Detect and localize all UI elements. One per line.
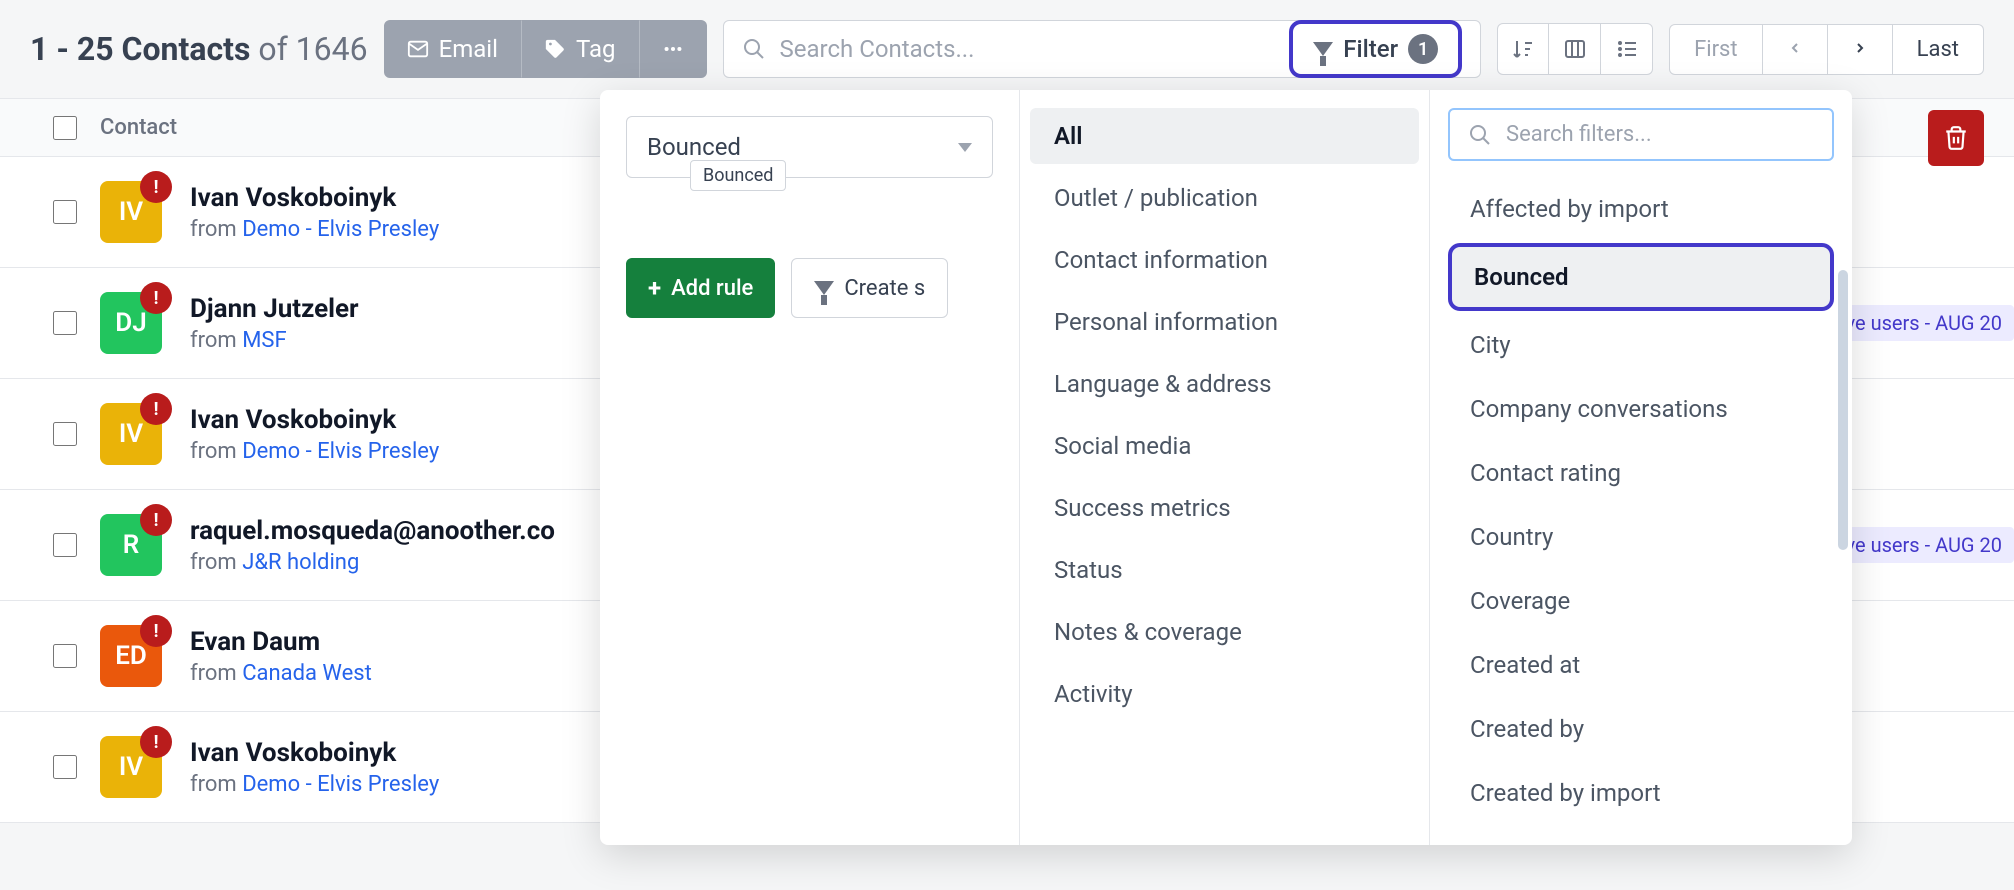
next-page-button[interactable] — [1828, 24, 1893, 75]
row-tag[interactable]: ve users - AUG 20 — [1833, 527, 2014, 563]
filter-option-item[interactable]: Bounced — [1448, 243, 1834, 311]
chevron-left-icon — [1787, 40, 1803, 56]
filter-category-item[interactable]: Contact information — [1030, 232, 1419, 288]
funnel-icon — [1313, 42, 1333, 56]
sort-view-button[interactable] — [1497, 23, 1549, 75]
alert-badge-icon — [140, 615, 172, 647]
sort-icon — [1511, 37, 1535, 61]
filter-category-item[interactable]: Personal information — [1030, 294, 1419, 350]
chevron-right-icon — [1852, 40, 1868, 56]
filter-category-item[interactable]: Status — [1030, 542, 1419, 598]
avatar-wrap: ED — [100, 625, 162, 687]
filter-search-wrap[interactable] — [1448, 108, 1834, 161]
filter-option-item[interactable]: Contact rating — [1448, 443, 1834, 503]
avatar-wrap: DJ — [100, 292, 162, 354]
contact-source-link[interactable]: Demo - Elvis Presley — [242, 217, 439, 242]
filter-category-item[interactable]: Language & address — [1030, 356, 1419, 412]
alert-badge-icon — [140, 504, 172, 536]
tag-icon — [544, 38, 566, 60]
row-checkbox[interactable] — [53, 422, 77, 446]
row-checkbox[interactable] — [53, 200, 77, 224]
columns-icon — [1563, 37, 1587, 61]
filter-option-item[interactable]: Created at — [1448, 635, 1834, 695]
row-tag[interactable]: ve users - AUG 20 — [1833, 305, 2014, 341]
trash-icon — [1943, 125, 1969, 151]
filter-option-item[interactable]: Coverage — [1448, 571, 1834, 631]
filter-category-item[interactable]: Activity — [1030, 666, 1419, 722]
create-search-button[interactable]: Create s — [791, 258, 948, 318]
filter-options-column: Affected by importBouncedCityCompany con… — [1430, 90, 1852, 845]
column-view-button[interactable] — [1549, 23, 1601, 75]
pagination-group: First Last — [1669, 24, 1984, 75]
filter-button[interactable]: Filter 1 — [1289, 20, 1462, 78]
avatar-wrap: IV — [100, 181, 162, 243]
filter-category-item[interactable]: All — [1030, 108, 1419, 164]
filter-category-item[interactable]: Outlet / publication — [1030, 170, 1419, 226]
filter-rules-column: Bounced Bounced + Add rule Create s — [600, 90, 1020, 845]
delete-button[interactable] — [1928, 110, 1984, 166]
filter-tooltip: Bounced — [690, 160, 786, 191]
filter-rule-select[interactable]: Bounced — [626, 116, 993, 178]
filter-category-item[interactable]: Social media — [1030, 418, 1419, 474]
filter-category-item[interactable]: Notes & coverage — [1030, 604, 1419, 660]
prev-page-button[interactable] — [1763, 24, 1828, 75]
filter-option-item[interactable]: Created by import — [1448, 763, 1834, 823]
filter-option-item[interactable]: City — [1448, 315, 1834, 375]
plus-icon: + — [648, 274, 661, 302]
row-checkbox[interactable] — [53, 533, 77, 557]
alert-badge-icon — [140, 171, 172, 203]
avatar-wrap: IV — [100, 736, 162, 798]
row-checkbox[interactable] — [53, 644, 77, 668]
filter-option-item[interactable]: Country — [1448, 507, 1834, 567]
search-contacts-wrap[interactable]: Filter 1 — [723, 20, 1482, 78]
filter-option-item[interactable]: Affected by import — [1448, 179, 1834, 239]
select-all-checkbox[interactable] — [53, 116, 77, 140]
alert-badge-icon — [140, 282, 172, 314]
more-actions-button[interactable] — [639, 20, 707, 78]
contact-source-link[interactable]: Demo - Elvis Presley — [242, 439, 439, 464]
filter-option-item[interactable]: Created by — [1448, 699, 1834, 759]
filter-category-list: All Outlet / publication Contact informati… — [1020, 90, 1430, 845]
avatar-wrap: R — [100, 514, 162, 576]
contact-source-link[interactable]: Demo - Elvis Presley — [242, 772, 439, 797]
ellipsis-icon — [662, 38, 684, 60]
filter-panel: Bounced Bounced + Add rule Create s All O… — [600, 90, 1852, 845]
row-checkbox[interactable] — [53, 311, 77, 335]
avatar-wrap: IV — [100, 403, 162, 465]
contact-source-link[interactable]: J&R holding — [242, 550, 359, 575]
list-icon — [1615, 37, 1639, 61]
last-page-button[interactable]: Last — [1893, 24, 1984, 75]
contact-count: 1 - 25 Contacts of 1646 — [30, 30, 368, 68]
alert-badge-icon — [140, 393, 172, 425]
add-rule-button[interactable]: + Add rule — [626, 258, 775, 318]
tag-button[interactable]: Tag — [521, 20, 639, 78]
filter-category-item[interactable]: Success metrics — [1030, 480, 1419, 536]
first-page-button[interactable]: First — [1669, 24, 1763, 75]
contact-source-link[interactable]: Canada West — [242, 661, 372, 686]
chevron-down-icon — [958, 143, 972, 152]
row-checkbox[interactable] — [53, 755, 77, 779]
column-header-contact: Contact — [100, 115, 177, 140]
action-button-group: Email Tag — [384, 20, 707, 78]
alert-badge-icon — [140, 726, 172, 758]
filter-count-badge: 1 — [1408, 34, 1438, 64]
view-toggle-group — [1497, 23, 1653, 75]
list-view-button[interactable] — [1601, 23, 1653, 75]
filter-search-input[interactable] — [1506, 122, 1814, 147]
scrollbar-thumb[interactable] — [1838, 270, 1848, 550]
search-contacts-input[interactable] — [780, 35, 1290, 63]
envelope-icon — [407, 38, 429, 60]
search-icon — [742, 37, 766, 61]
funnel-icon — [814, 281, 834, 295]
filter-option-item[interactable]: Company conversations — [1448, 379, 1834, 439]
contact-source-link[interactable]: MSF — [242, 328, 286, 353]
search-icon — [1468, 123, 1492, 147]
email-button[interactable]: Email — [384, 20, 521, 78]
